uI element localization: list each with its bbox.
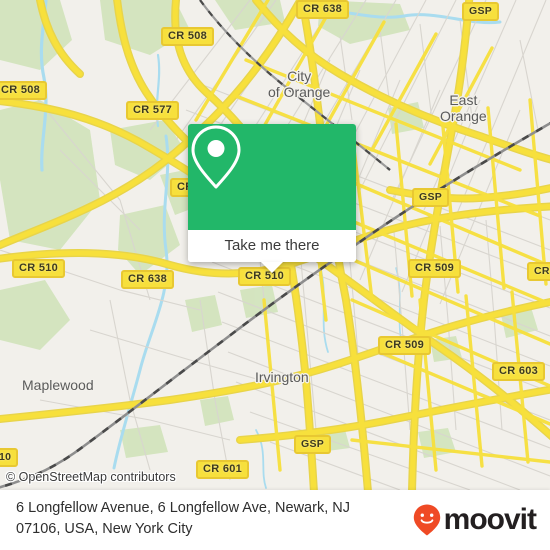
place-label: Maplewood (22, 377, 94, 393)
popup-image-area (188, 124, 356, 230)
place-label-line: Orange (440, 108, 487, 124)
osm-attribution[interactable]: © OpenStreetMap contributors (6, 470, 176, 484)
road-shield: GSP (412, 188, 450, 207)
road-shield: CR 601 (196, 460, 250, 479)
road-shield: CR 508 (161, 27, 215, 46)
road-shield: 10 (0, 448, 19, 467)
footer-bar: 6 Longfellow Avenue, 6 Longfellow Ave, N… (0, 490, 550, 550)
location-popup-card[interactable]: Take me there (188, 124, 356, 273)
road-shield: CR 638 (296, 0, 350, 19)
moovit-pin-icon (413, 504, 440, 536)
road-shield: CR 509 (408, 259, 462, 278)
address-line-1: 6 Longfellow Avenue, 6 Longfellow Ave, N… (16, 500, 350, 516)
place-label: Irvington (255, 369, 309, 385)
place-label-line: Maplewood (22, 377, 94, 393)
moovit-logo[interactable]: moovit (412, 503, 537, 537)
road-shield: CR 510 (12, 259, 66, 278)
take-me-there-button[interactable]: Take me there (188, 230, 356, 262)
moovit-wordmark: moovit (443, 503, 537, 536)
place-label-line: East (449, 92, 478, 108)
road-shield: CR 577 (126, 101, 180, 120)
map-canvas[interactable]: CR 638GSPCR 508CR 508CR 577CR 510GSPCR 5… (0, 0, 550, 490)
address-text: 6 Longfellow Avenue, 6 Longfellow Ave, N… (16, 498, 396, 540)
road-shield: CR 508 (0, 81, 48, 100)
place-label-line: of Orange (268, 84, 331, 100)
place-label: East Orange (440, 92, 487, 124)
place-label-line: City (287, 68, 312, 84)
popup-pointer-tail (261, 262, 283, 273)
road-shield: GSP (294, 435, 332, 454)
map-pin-icon (191, 125, 241, 189)
road-shield: CR 5 (527, 262, 550, 281)
place-label: City of Orange (268, 68, 330, 100)
road-shield: GSP (462, 2, 500, 21)
map-screenshot: CR 638GSPCR 508CR 508CR 577CR 510GSPCR 5… (0, 0, 550, 550)
address-line-2: 07106, USA, New York City (16, 521, 193, 537)
road-shield: CR 638 (121, 270, 175, 289)
road-shield: CR 603 (492, 362, 546, 381)
road-shield: CR 509 (378, 336, 432, 355)
place-label-line: Irvington (255, 369, 309, 385)
